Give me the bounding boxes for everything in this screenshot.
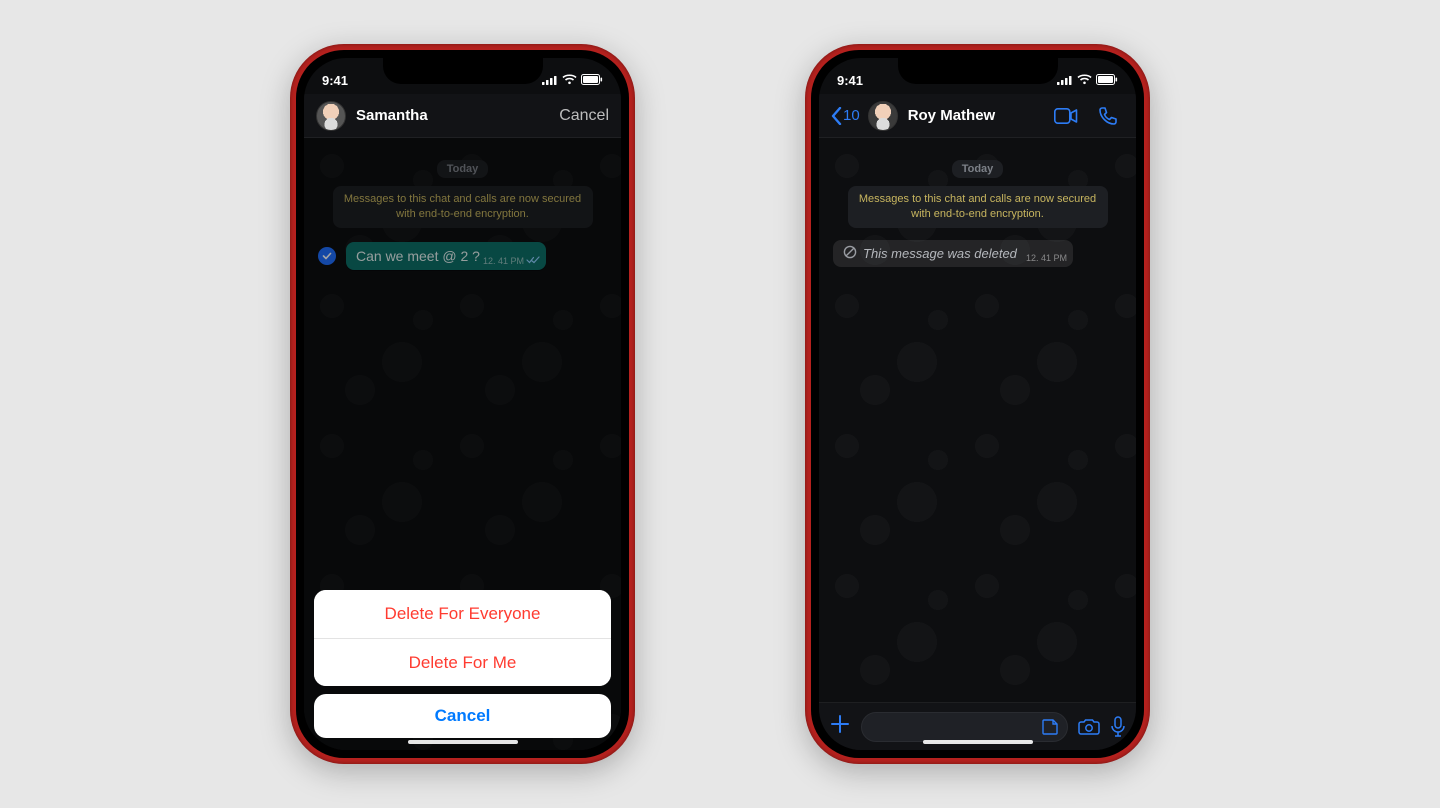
back-button[interactable]: 10 (831, 107, 860, 125)
phone-left: 9:41 Samantha Cancel Today (290, 44, 635, 764)
cellular-icon (542, 73, 558, 88)
cancel-selection-button[interactable]: Cancel (559, 107, 609, 125)
wifi-icon (562, 73, 577, 88)
battery-icon (581, 73, 603, 88)
date-separator: Today (952, 160, 1004, 178)
date-separator: Today (437, 160, 489, 178)
voice-call-button[interactable] (1092, 106, 1124, 126)
delete-for-me-button[interactable]: Delete For Me (314, 638, 611, 686)
sticker-icon[interactable] (1041, 718, 1059, 736)
message-row[interactable]: This message was deleted 12. 41 PM (829, 240, 1126, 267)
prohibited-icon (843, 245, 857, 262)
mic-button[interactable] (1110, 716, 1126, 738)
chat-body: Today Messages to this chat and calls ar… (819, 138, 1136, 702)
delete-action-sheet: Delete For Everyone Delete For Me Cancel (314, 590, 611, 738)
encryption-notice: Messages to this chat and calls are now … (333, 186, 593, 228)
battery-icon (1096, 73, 1118, 88)
cellular-icon (1057, 73, 1073, 88)
wifi-icon (1077, 73, 1092, 88)
contact-avatar[interactable] (316, 101, 346, 131)
action-sheet-cancel-button[interactable]: Cancel (314, 694, 611, 738)
notch (898, 58, 1058, 84)
chat-header: 10 Roy Mathew (819, 94, 1136, 138)
message-row[interactable]: Can we meet @ 2 ? 12. 41 PM (314, 242, 611, 270)
status-time: 9:41 (322, 73, 382, 88)
status-time: 9:41 (837, 73, 897, 88)
home-indicator[interactable] (408, 740, 518, 744)
chat-header: Samantha Cancel (304, 94, 621, 138)
delete-for-everyone-button[interactable]: Delete For Everyone (314, 590, 611, 638)
outgoing-message-bubble[interactable]: Can we meet @ 2 ? 12. 41 PM (346, 242, 546, 270)
deleted-message-text: This message was deleted (863, 246, 1017, 261)
message-input[interactable] (861, 712, 1068, 742)
phone-right: 9:41 10 Roy Mathew (805, 44, 1150, 764)
contact-name[interactable]: Roy Mathew (908, 107, 996, 124)
video-call-button[interactable] (1048, 108, 1084, 124)
message-text: Can we meet @ 2 ? (356, 248, 480, 264)
contact-name[interactable]: Samantha (356, 107, 428, 124)
contact-avatar[interactable] (868, 101, 898, 131)
unread-count: 10 (843, 107, 860, 124)
action-sheet-group: Delete For Everyone Delete For Me (314, 590, 611, 686)
notch (383, 58, 543, 84)
deleted-message-bubble[interactable]: This message was deleted 12. 41 PM (833, 240, 1073, 267)
encryption-notice: Messages to this chat and calls are now … (848, 186, 1108, 228)
message-time: 12. 41 PM (483, 256, 540, 266)
selection-check-icon[interactable] (318, 247, 336, 265)
message-time: 12. 41 PM (1026, 253, 1067, 263)
screen-left: 9:41 Samantha Cancel Today (304, 58, 621, 750)
screen-right: 9:41 10 Roy Mathew (819, 58, 1136, 750)
camera-button[interactable] (1078, 718, 1100, 736)
attach-button[interactable] (829, 713, 851, 741)
home-indicator[interactable] (923, 740, 1033, 744)
read-ticks-icon (526, 256, 540, 266)
chat-body: Today Messages to this chat and calls ar… (304, 138, 621, 750)
